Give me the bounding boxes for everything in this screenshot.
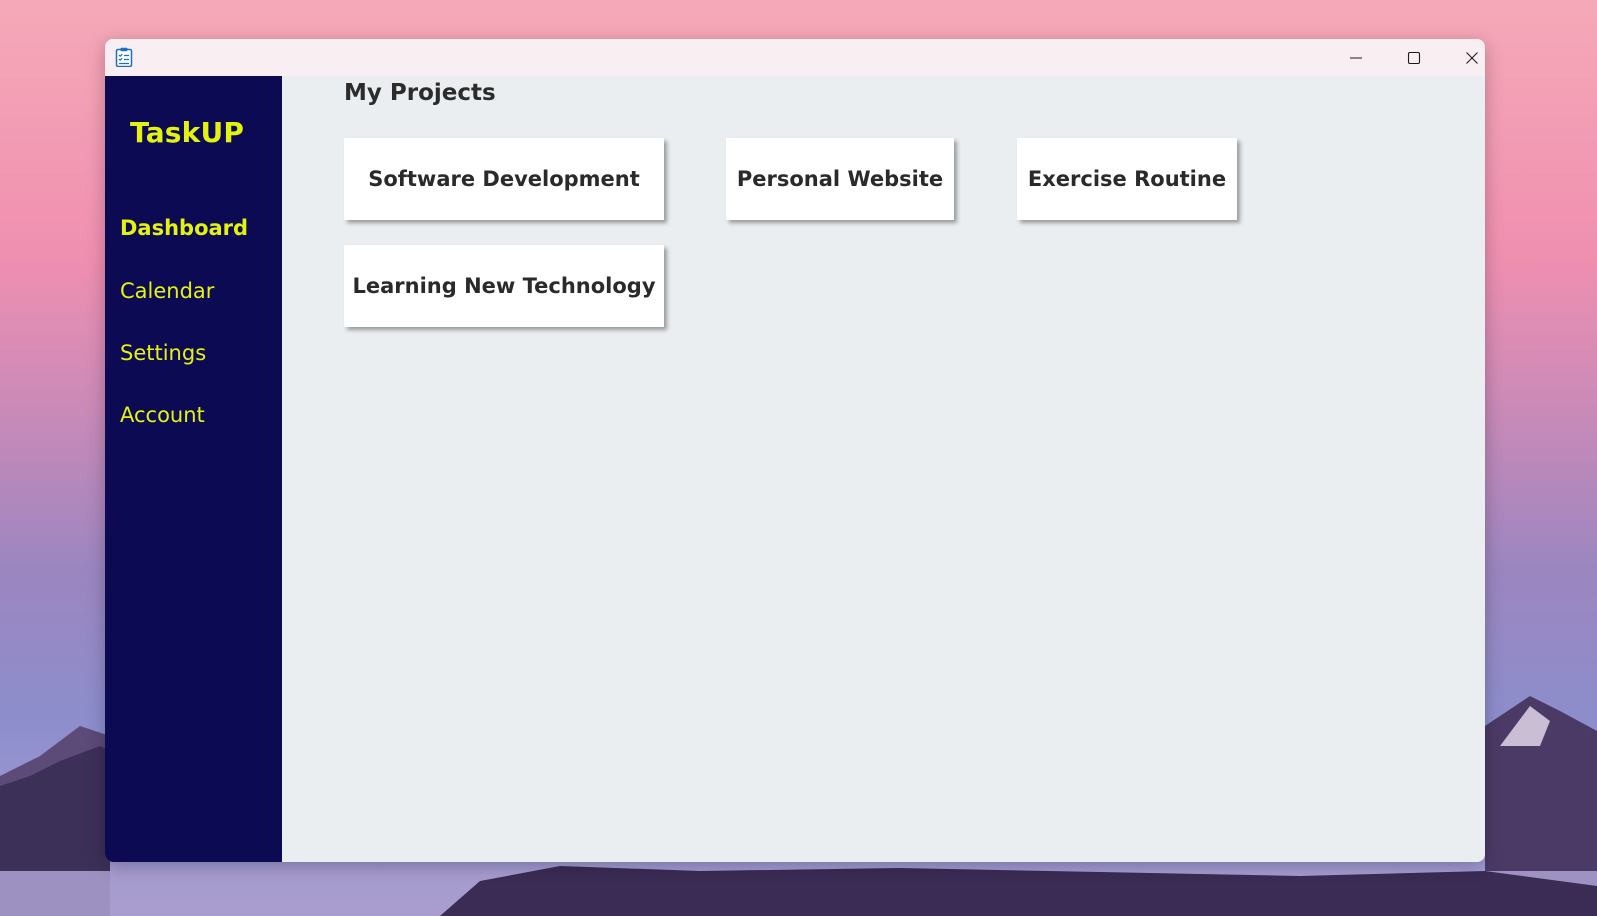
close-icon xyxy=(1466,51,1478,64)
minimize-icon xyxy=(1350,56,1362,59)
project-card-software-development[interactable]: Software Development xyxy=(344,138,664,220)
sidebar-item-calendar[interactable]: Calendar xyxy=(120,279,214,303)
clipboard-checklist-icon xyxy=(115,47,133,67)
sidebar-item-dashboard[interactable]: Dashboard xyxy=(120,216,248,240)
project-card-exercise-routine[interactable]: Exercise Routine xyxy=(1017,138,1237,220)
project-card-personal-website[interactable]: Personal Website xyxy=(726,138,954,220)
sidebar-item-account[interactable]: Account xyxy=(120,403,205,427)
maximize-icon xyxy=(1407,51,1421,64)
minimize-button[interactable] xyxy=(1327,39,1385,76)
project-card-learning-new-technology[interactable]: Learning New Technology xyxy=(344,245,664,327)
app-window: TaskUP Dashboard Calendar Settings Accou… xyxy=(105,39,1485,862)
close-button[interactable] xyxy=(1443,39,1485,76)
desktop-background: TaskUP Dashboard Calendar Settings Accou… xyxy=(0,0,1597,916)
app-brand: TaskUP xyxy=(130,116,245,149)
main-content: My Projects Software Development Persona… xyxy=(282,76,1485,862)
sidebar-item-settings[interactable]: Settings xyxy=(120,341,206,365)
sidebar: TaskUP Dashboard Calendar Settings Accou… xyxy=(105,76,282,862)
title-bar[interactable] xyxy=(105,39,1485,76)
maximize-button[interactable] xyxy=(1385,39,1443,76)
page-title: My Projects xyxy=(344,80,496,106)
